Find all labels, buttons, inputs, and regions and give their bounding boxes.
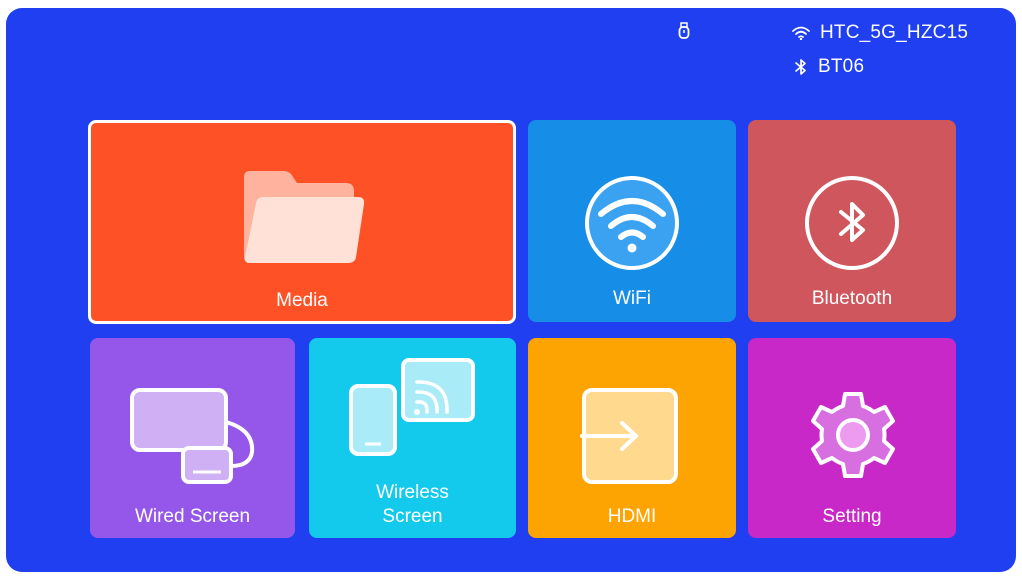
tile-wired-screen[interactable]: Wired Screen [90, 338, 295, 538]
wifi-status: HTC_5G_HZC15 [792, 22, 968, 44]
wifi-signal-icon [792, 26, 810, 40]
wireless-screen-icon [349, 358, 475, 456]
home-screen: HTC_5G_HZC15 BT06 Media WiFi Bluetooth W… [6, 8, 1016, 572]
usb-status [678, 22, 690, 40]
tile-label: Setting [822, 506, 882, 527]
wired-screen-icon [130, 388, 255, 484]
tile-media[interactable]: Media [88, 120, 516, 324]
bluetooth-status: BT06 [794, 56, 864, 78]
tile-label-line2: Screen [382, 506, 443, 527]
tile-wireless-screen[interactable]: Wireless Screen [309, 338, 516, 538]
bluetooth-icon [805, 176, 899, 270]
tile-wifi[interactable]: WiFi [528, 120, 736, 322]
gear-icon [811, 392, 895, 478]
tile-setting[interactable]: Setting [748, 338, 956, 538]
bluetooth-device-name: BT06 [818, 56, 865, 77]
tile-label: HDMI [607, 506, 657, 527]
bluetooth-icon [795, 59, 806, 75]
wifi-icon [585, 176, 679, 270]
tile-label: Wired Screen [134, 506, 251, 527]
folder-icon [244, 171, 365, 263]
tile-label-line1: Wireless [376, 482, 449, 503]
wifi-network-name: HTC_5G_HZC15 [820, 22, 969, 43]
hdmi-input-icon [580, 388, 678, 484]
usb-icon [678, 22, 690, 39]
tile-hdmi[interactable]: HDMI [528, 338, 736, 538]
tile-bluetooth[interactable]: Bluetooth [748, 120, 956, 322]
tile-label: WiFi [613, 288, 651, 309]
tile-label: Bluetooth [811, 288, 893, 309]
tile-label: Media [276, 290, 328, 311]
